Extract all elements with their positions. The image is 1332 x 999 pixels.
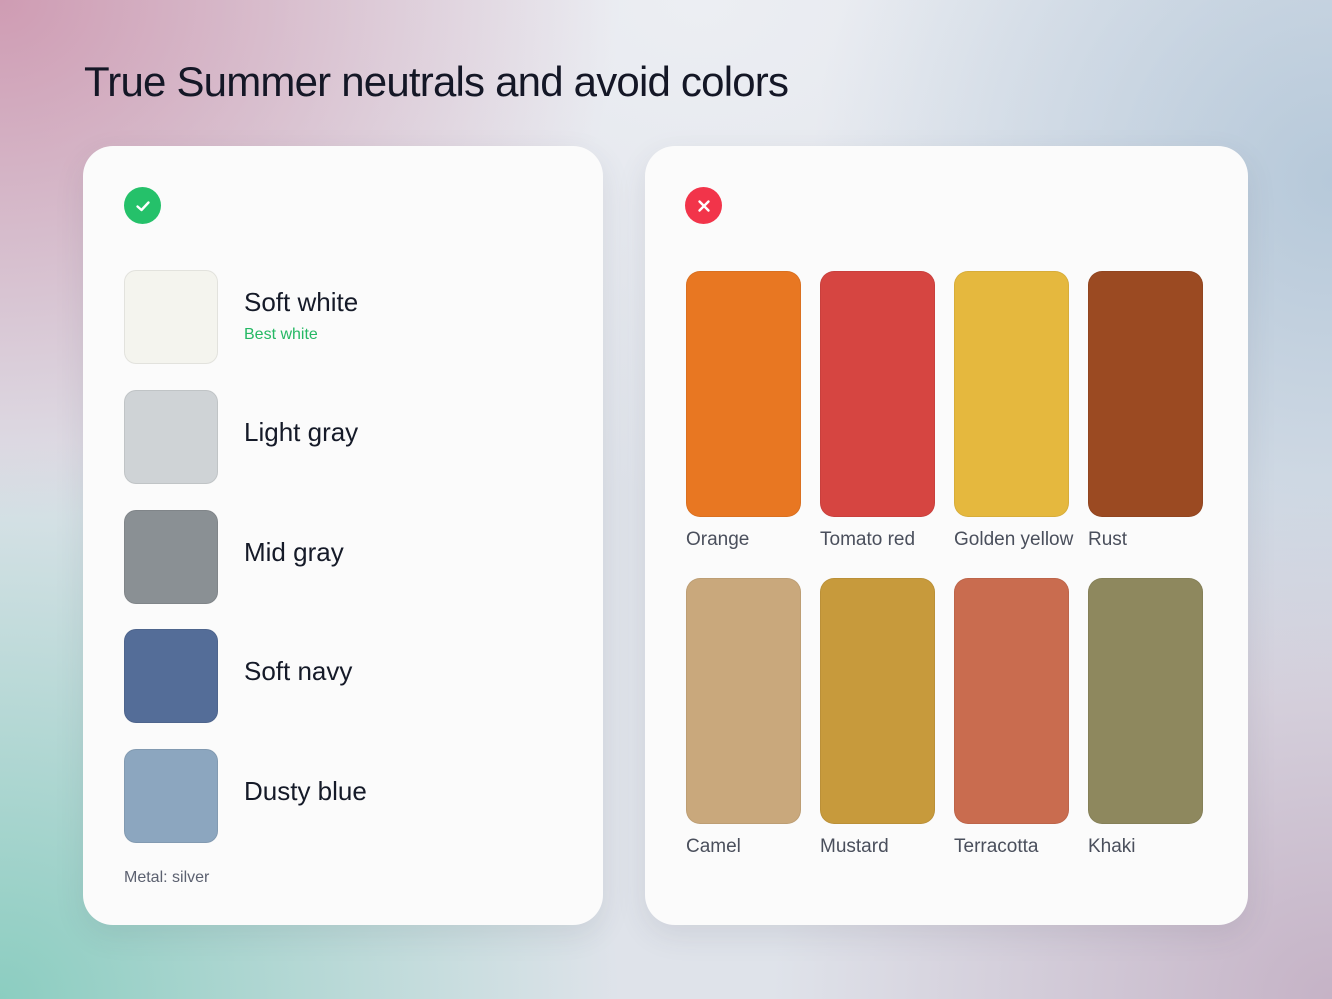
page-title: True Summer neutrals and avoid colors [84,58,789,105]
color-name: Tomato red [820,529,916,550]
avoid-card: Orange Tomato red Golden yellow Rust Cam… [645,146,1248,925]
avoid-item-khaki: Khaki [1088,578,1203,858]
avoid-item-terracotta: Terracotta [954,578,1069,858]
color-name: Rust [1088,529,1128,550]
color-name: Mid gray [244,537,344,567]
color-name: Golden yellow [954,529,1074,550]
avoid-item-mustard: Mustard [820,578,935,858]
avoid-item-camel: Camel [686,578,801,858]
color-note: Best white [244,326,318,343]
avoid-item-tomato-red: Tomato red [820,271,935,551]
color-name: Light gray [244,417,359,447]
color-name: Mustard [820,836,889,857]
color-swatch [954,578,1069,824]
color-name: Soft white [244,287,359,317]
neutrals-card: Soft white Best white Light gray Mid gra… [83,146,603,925]
color-swatch [820,271,935,517]
color-name: Dusty blue [244,776,367,806]
color-swatch [1088,578,1203,824]
color-swatch [1088,271,1203,517]
check-icon [135,200,150,211]
avoid-item-rust: Rust [1088,271,1203,551]
check-badge [124,187,161,224]
color-swatch [124,390,218,484]
color-swatch [124,629,218,723]
color-swatch [686,271,801,517]
color-swatch [954,271,1069,517]
color-swatch [820,578,935,824]
color-name: Soft navy [244,656,353,686]
color-swatch [686,578,801,824]
avoid-item-orange: Orange [686,271,801,551]
neutral-item-soft-navy: Soft navy [124,629,564,723]
metal-note: Metal: silver [124,869,210,886]
close-badge [685,187,722,224]
neutral-item-dusty-blue: Dusty blue [124,749,564,843]
close-icon [697,199,710,212]
color-name: Orange [686,529,750,550]
color-swatch [124,270,218,364]
avoid-item-golden-yellow: Golden yellow [954,271,1074,551]
neutral-item-soft-white: Soft white Best white [124,270,564,364]
color-name: Khaki [1088,836,1136,857]
color-name: Terracotta [954,836,1039,857]
color-swatch [124,510,218,604]
color-name: Camel [686,836,741,857]
neutral-item-light-gray: Light gray [124,390,564,484]
neutral-item-mid-gray: Mid gray [124,510,564,604]
color-swatch [124,749,218,843]
